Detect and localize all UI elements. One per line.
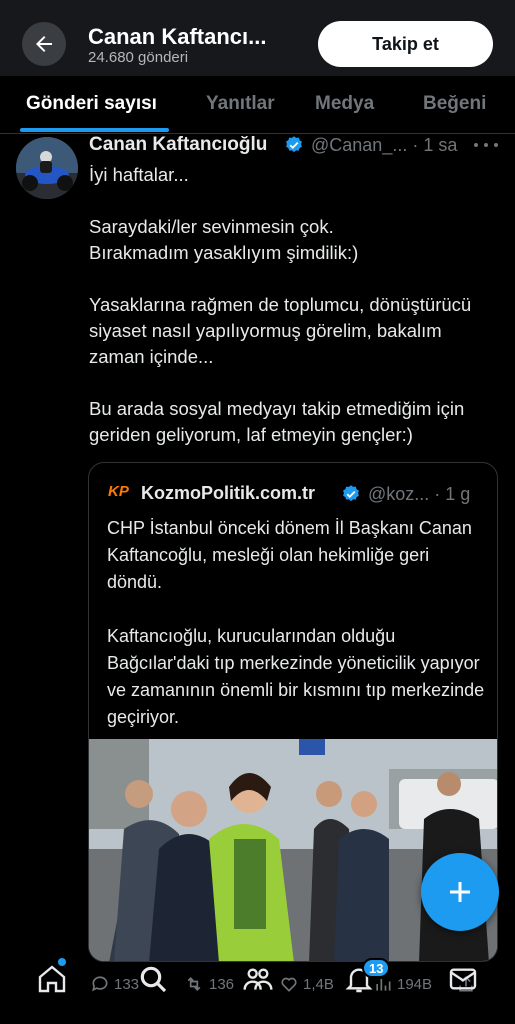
tab-posts[interactable]: Gönderi sayısı [26,93,157,115]
avatar[interactable] [16,137,78,199]
tab-likes[interactable]: Beğeni [423,93,486,115]
notification-badge: 13 [362,958,391,978]
plus-icon [450,882,470,902]
quoted-text: CHP İstanbul önceki dönem İl Başkanı Can… [107,515,487,758]
quoted-handle-time: @koz... · 1 g [368,484,471,504]
arrow-left-icon [36,36,52,52]
more-options-icon[interactable] [474,143,498,149]
compose-button[interactable] [421,853,499,931]
search-icon[interactable] [137,963,169,995]
profile-header: Canan Kaftancı... 24.680 gönderi Takip e… [0,0,515,76]
tab-media[interactable]: Medya [315,93,374,115]
mail-icon[interactable] [447,963,479,995]
kozmopolitik-logo: KP [108,483,129,500]
post-count: 24.680 gönderi [88,49,189,66]
home-unread-dot [58,958,66,966]
author-handle-time: @Canan_... · 1 sa [311,135,458,155]
follow-button[interactable]: Takip et [318,21,493,67]
quoted-paragraph: Kaftancıoğlu, kurucularından olduğu Bağc… [107,626,485,727]
author-name[interactable]: Canan Kaftancıoğlu [89,134,267,156]
tweet-paragraph: İyi haftalar... [89,164,189,185]
home-icon[interactable] [36,963,68,995]
profile-title: Canan Kaftancı... [88,24,267,49]
profile-tabs: Gönderi sayısı Yanıtlar Medya Beğeni [0,76,515,134]
tab-replies[interactable]: Yanıtlar [206,93,275,115]
active-tab-indicator [20,128,169,132]
news-photo[interactable] [89,739,498,962]
verified-badge-icon [343,485,359,502]
quoted-author-name: KozmoPolitik.com.tr [141,483,316,503]
quoted-paragraph: CHP İstanbul önceki dönem İl Başkanı Can… [107,518,472,592]
back-button[interactable] [22,22,66,66]
verified-badge-icon [286,136,302,153]
tweet-paragraph: Yasaklarına rağmen de toplumcu, dönüştür… [89,294,472,367]
tweet-paragraph: Saraydaki/ler sevinmesin çok. Bırakmadım… [89,216,359,263]
bottom-navigation [0,945,515,1024]
communities-icon[interactable] [242,963,274,995]
tweet-paragraph: Bu arada sosyal medyayı takip etmediğim … [89,398,465,445]
tweet-text: İyi haftalar... Saraydaki/ler sevinmesin… [89,162,499,474]
